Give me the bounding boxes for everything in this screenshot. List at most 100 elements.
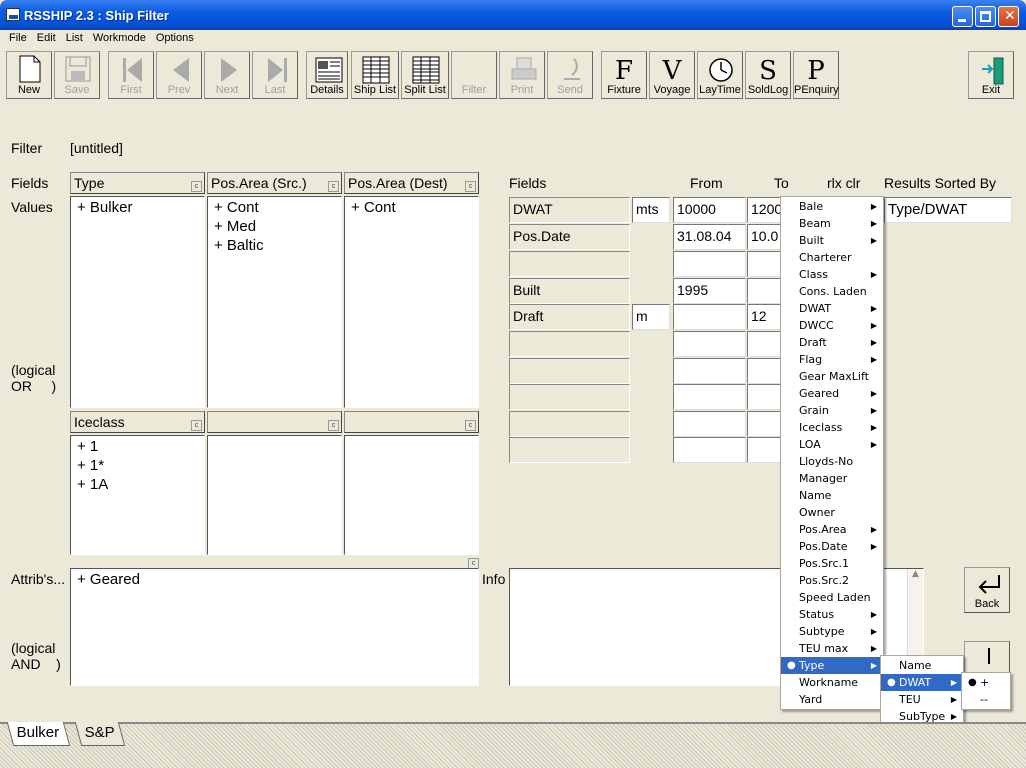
menu-item-status[interactable]: Status ▶ xyxy=(781,606,883,623)
menu-item--[interactable]: ● + xyxy=(962,674,1010,691)
filter-button[interactable]: Filter xyxy=(451,51,497,99)
from-value-cell[interactable] xyxy=(673,331,746,357)
split-list-button[interactable]: Split List xyxy=(401,51,449,99)
type-values-list[interactable]: + Bulker xyxy=(70,196,205,408)
from-value-cell[interactable]: 1995 xyxy=(673,278,746,304)
first-button[interactable]: First xyxy=(108,51,154,99)
field-name-cell[interactable] xyxy=(509,384,630,410)
menu-item-name[interactable]: Name xyxy=(881,657,963,674)
menu-item-owner[interactable]: Owner xyxy=(781,504,883,521)
field-name-cell[interactable]: DWAT xyxy=(509,197,630,223)
menu-item-built[interactable]: Built ▶ xyxy=(781,232,883,249)
menu-item-type[interactable]: ● Type ▶ xyxy=(781,657,883,674)
from-value-cell[interactable] xyxy=(673,411,746,437)
soldlog-button[interactable]: S SoldLog xyxy=(745,51,791,99)
menu-item-dwat[interactable]: DWAT ▶ xyxy=(781,300,883,317)
menu-item-class[interactable]: Class ▶ xyxy=(781,266,883,283)
type-header[interactable]: Type c xyxy=(70,172,205,194)
voyage-button[interactable]: V Voyage xyxy=(649,51,695,99)
pos-area-dest-header[interactable]: Pos.Area (Dest) c xyxy=(344,172,479,194)
menu-item-iceclass[interactable]: Iceclass ▶ xyxy=(781,419,883,436)
print-button[interactable]: Print xyxy=(499,51,545,99)
laytime-button[interactable]: LayTime xyxy=(697,51,743,99)
iceclass-clear-button[interactable]: c xyxy=(191,420,202,431)
field-name-cell[interactable] xyxy=(509,358,630,384)
menu-item--[interactable]: -- xyxy=(962,691,1010,708)
minimize-button[interactable] xyxy=(952,6,973,27)
menu-item-teu-max[interactable]: TEU max ▶ xyxy=(781,640,883,657)
from-value-cell[interactable]: 31.08.04 xyxy=(673,224,746,250)
maximize-button[interactable] xyxy=(975,6,996,27)
menu-item-pos-src-1[interactable]: Pos.Src.1 xyxy=(781,555,883,572)
ship-list-button[interactable]: Ship List xyxy=(351,51,399,99)
field-name-cell[interactable]: Built xyxy=(509,278,630,304)
unit-cell[interactable]: m xyxy=(632,304,670,330)
pos-area-src-header[interactable]: Pos.Area (Src.) c xyxy=(207,172,342,194)
menu-item-bale[interactable]: Bale ▶ xyxy=(781,198,883,215)
list-item[interactable]: + 1* xyxy=(71,456,204,475)
from-value-cell[interactable] xyxy=(673,437,746,463)
empty-1-clear-button[interactable]: c xyxy=(328,420,339,431)
from-value-cell[interactable]: 10000 xyxy=(673,197,746,223)
field-name-cell[interactable]: Pos.Date xyxy=(509,224,630,250)
prev-button[interactable]: Prev xyxy=(156,51,202,99)
menu-item-pos-src-2[interactable]: Pos.Src.2 xyxy=(781,572,883,589)
menu-item-manager[interactable]: Manager xyxy=(781,470,883,487)
list-item[interactable]: + 1 xyxy=(71,436,204,456)
menu-item-dwat[interactable]: ● DWAT ▶ xyxy=(881,674,963,691)
from-value-cell[interactable] xyxy=(673,251,746,277)
list-item[interactable]: + 1A xyxy=(71,475,204,495)
empty-values-list-2[interactable] xyxy=(344,435,479,555)
menu-item-geared[interactable]: Geared ▶ xyxy=(781,385,883,402)
exit-button[interactable]: Exit xyxy=(968,51,1014,99)
next-button[interactable]: Next xyxy=(204,51,250,99)
menu-item-beam[interactable]: Beam ▶ xyxy=(781,215,883,232)
field-name-cell[interactable] xyxy=(509,251,630,277)
menu-item-lloyds-no[interactable]: Lloyds-No xyxy=(781,453,883,470)
menu-item-flag[interactable]: Flag ▶ xyxy=(781,351,883,368)
menu-file[interactable]: File xyxy=(4,30,32,44)
menu-item-speed-laden[interactable]: Speed Laden xyxy=(781,589,883,606)
pos-area-dest-values-list[interactable]: + Cont xyxy=(344,196,479,408)
menu-item-gear-maxlift[interactable]: Gear MaxLift xyxy=(781,368,883,385)
field-name-cell[interactable]: Draft xyxy=(509,304,630,330)
menu-item-draft[interactable]: Draft ▶ xyxy=(781,334,883,351)
menu-workmode[interactable]: Workmode xyxy=(88,30,151,44)
tab-sp[interactable]: S&P xyxy=(74,722,126,746)
menu-item-pos-date[interactable]: Pos.Date ▶ xyxy=(781,538,883,555)
from-value-cell[interactable] xyxy=(673,384,746,410)
pos-area-dest-clear-button[interactable]: c xyxy=(465,181,476,192)
results-sorted-by-field[interactable]: Type/DWAT xyxy=(884,197,1012,223)
menu-item-pos-area[interactable]: Pos.Area ▶ xyxy=(781,521,883,538)
pos-area-src-clear-button[interactable]: c xyxy=(328,181,339,192)
menu-edit[interactable]: Edit xyxy=(32,30,61,44)
fixture-button[interactable]: F Fixture xyxy=(601,51,647,99)
list-item[interactable]: + Baltic xyxy=(208,236,341,256)
field-name-cell[interactable] xyxy=(509,437,630,463)
details-button[interactable]: Details xyxy=(306,51,348,99)
field-name-cell[interactable] xyxy=(509,331,630,357)
menu-item-dwcc[interactable]: DWCC ▶ xyxy=(781,317,883,334)
iceclass-header[interactable]: Iceclass c xyxy=(70,411,205,433)
menu-item-teu[interactable]: TEU ▶ xyxy=(881,691,963,708)
last-button[interactable]: Last xyxy=(252,51,298,99)
empty-values-list-1[interactable] xyxy=(207,435,342,555)
send-button[interactable]: Send xyxy=(547,51,593,99)
list-item[interactable]: + Cont xyxy=(345,197,478,218)
menu-item-subtype[interactable]: Subtype ▶ xyxy=(781,623,883,640)
empty-2-clear-button[interactable]: c xyxy=(465,420,476,431)
menu-options[interactable]: Options xyxy=(151,30,199,44)
menu-item-loa[interactable]: LOA ▶ xyxy=(781,436,883,453)
menu-item-name[interactable]: Name xyxy=(781,487,883,504)
menu-list[interactable]: List xyxy=(61,30,88,44)
menu-item-yard[interactable]: Yard xyxy=(781,691,883,708)
new-button[interactable]: New xyxy=(6,51,52,99)
menu-item-grain[interactable]: Grain ▶ xyxy=(781,402,883,419)
type-clear-button[interactable]: c xyxy=(191,181,202,192)
back-button[interactable]: Back xyxy=(964,567,1010,613)
list-item[interactable]: + Med xyxy=(208,217,341,236)
from-value-cell[interactable] xyxy=(673,358,746,384)
list-item[interactable]: + Geared xyxy=(71,569,478,590)
list-item[interactable]: + Cont xyxy=(208,197,341,217)
field-name-cell[interactable] xyxy=(509,411,630,437)
